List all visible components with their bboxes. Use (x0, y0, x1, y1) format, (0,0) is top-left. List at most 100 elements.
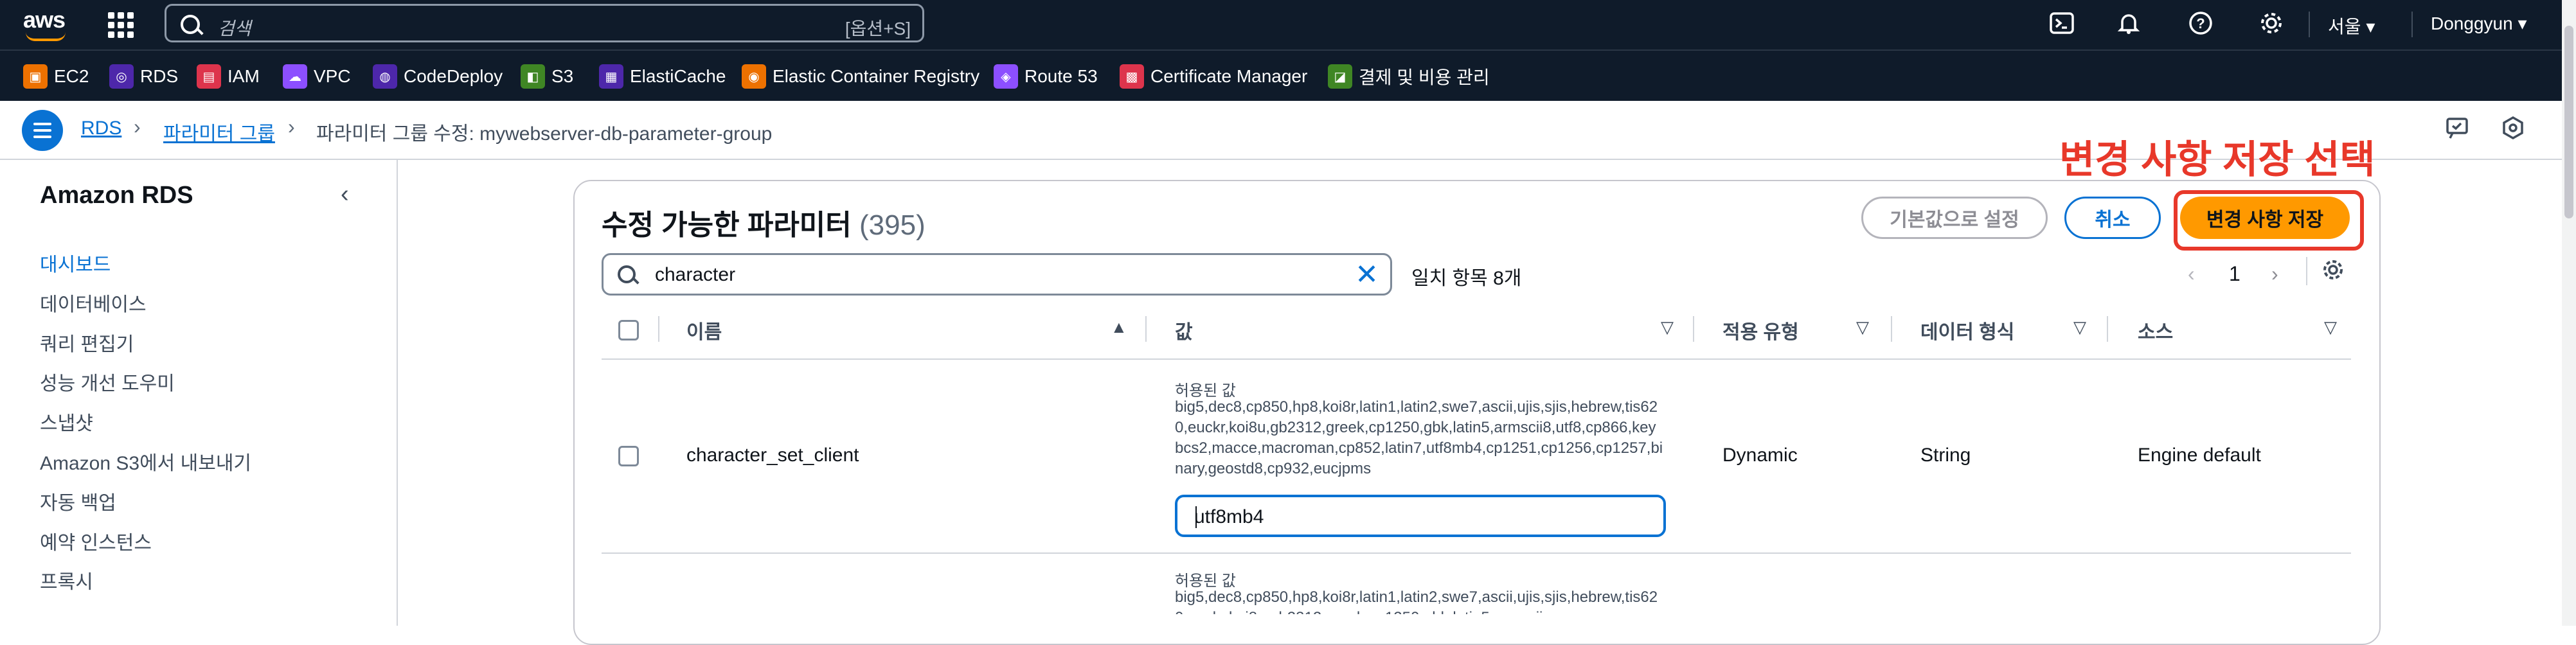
breadcrumb-rds[interactable]: RDS (81, 118, 121, 139)
divider (2411, 12, 2413, 37)
prev-page-icon[interactable]: ‹ (2188, 262, 2195, 286)
fav-label: Route 53 (1024, 66, 1098, 86)
sidebar-item-snapshots[interactable]: 스냅샷 (40, 407, 93, 436)
parameter-value-input[interactable]: utf8mb4 (1175, 495, 1666, 537)
rds-icon: ◎ (109, 64, 134, 89)
ecr-icon: ◉ (742, 64, 766, 89)
column-header-data-type[interactable]: 데이터 형식 (1920, 316, 2014, 344)
fav-label: Elastic Container Registry (773, 66, 980, 86)
apps-grid-icon[interactable] (108, 12, 134, 38)
header-divider (602, 358, 2351, 360)
sidebar-item-automated-backups[interactable]: 자동 백업 (40, 487, 116, 515)
sort-ascending-icon[interactable]: ▲ (1111, 317, 1127, 337)
cloudshell-icon[interactable] (2048, 10, 2076, 39)
page-scrollbar[interactable] (2562, 0, 2576, 626)
bell-icon[interactable] (2115, 10, 2143, 39)
chevron-left-icon[interactable]: ‹ (341, 181, 349, 208)
fav-label: CodeDeploy (404, 66, 503, 86)
sidebar-item-performance-insights[interactable]: 성능 개선 도우미 (40, 367, 175, 396)
page-number[interactable]: 1 (2229, 262, 2241, 286)
fav-codedeploy[interactable]: ◍ CodeDeploy (373, 64, 503, 89)
settings-hexagon-icon[interactable] (2499, 115, 2527, 143)
menu-button[interactable] (22, 110, 63, 151)
chevron-right-icon: › (134, 115, 141, 138)
fav-label: VPC (314, 66, 351, 86)
row-checkbox[interactable] (618, 446, 639, 466)
fav-s3[interactable]: ◧ S3 (521, 64, 573, 89)
cancel-button[interactable]: 취소 (2064, 197, 2161, 239)
help-icon[interactable]: ? (2187, 10, 2215, 39)
fav-ecr[interactable]: ◉ Elastic Container Registry (742, 64, 979, 89)
aws-logo[interactable]: aws (23, 6, 75, 41)
region-label: 서울 (2328, 17, 2361, 37)
search-icon (181, 15, 200, 34)
svg-text:?: ? (2196, 15, 2205, 31)
fav-label: 결제 및 비용 관리 (1359, 67, 1490, 87)
ec2-icon: ▣ (23, 64, 48, 89)
fav-billing[interactable]: ◪ 결제 및 비용 관리 (1328, 64, 1490, 89)
account-menu[interactable]: Donggyun ▾ (2431, 13, 2527, 34)
panel-title: 수정 가능한 파라미터 (395) (602, 202, 926, 243)
sidebar-item-databases[interactable]: 데이터베이스 (40, 288, 147, 317)
search-shortcut: [옵션+S] (845, 19, 911, 39)
chevron-right-icon: › (288, 115, 295, 138)
fav-label: Certificate Manager (1150, 66, 1308, 86)
caret-down-icon: ▾ (2366, 17, 2375, 37)
column-header-name[interactable]: 이름 (686, 316, 722, 344)
fav-label: EC2 (54, 66, 89, 86)
breadcrumb-parameter-groups[interactable]: 파라미터 그룹 (163, 118, 275, 146)
top-navigation: aws 검색 [옵션+S] ? 서울 ▾ Donggyun ▾ (0, 0, 2576, 49)
reset-defaults-button[interactable]: 기본값으로 설정 (1861, 197, 2048, 239)
sort-icon[interactable]: ▽ (1856, 317, 1869, 337)
search-icon (618, 265, 636, 283)
fav-ec2[interactable]: ▣ EC2 (23, 64, 89, 89)
fav-iam[interactable]: ▤ IAM (197, 64, 260, 89)
table-settings-gear-icon[interactable] (2306, 257, 2348, 285)
clear-icon[interactable]: ✕ (1355, 259, 1379, 291)
sidebar-title: Amazon RDS (40, 182, 193, 209)
sort-icon[interactable]: ▽ (2073, 317, 2086, 337)
panel-count: (395) (859, 209, 926, 241)
column-divider (1891, 316, 1892, 342)
search-placeholder: 검색 (218, 19, 251, 39)
region-selector[interactable]: 서울 ▾ (2328, 13, 2375, 39)
sidebar-item-query-editor[interactable]: 쿼리 편집기 (40, 328, 134, 357)
sidebar-item-dashboard[interactable]: 대시보드 (40, 249, 111, 277)
filter-search-input[interactable]: character ✕ (602, 253, 1392, 296)
caret-down-icon: ▾ (2518, 13, 2527, 33)
column-header-value[interactable]: 값 (1175, 316, 1193, 344)
fav-route53[interactable]: ◈ Route 53 (994, 64, 1098, 89)
sidebar-item-s3-exports[interactable]: Amazon S3에서 내보내기 (40, 447, 251, 475)
select-all-checkbox[interactable] (618, 320, 639, 340)
save-changes-button[interactable]: 변경 사항 저장 (2180, 197, 2350, 239)
apply-type-value: Dynamic (1722, 445, 1798, 466)
fav-rds[interactable]: ◎ RDS (109, 64, 178, 89)
gear-icon[interactable] (2257, 10, 2285, 39)
sort-icon[interactable]: ▽ (2324, 317, 2337, 337)
sidebar-item-proxies[interactable]: 프록시 (40, 566, 93, 594)
column-divider (2107, 316, 2108, 342)
global-search-input[interactable]: 검색 [옵션+S] (165, 4, 924, 42)
parameter-name: character_set_client (686, 445, 859, 466)
fav-label: S3 (551, 66, 574, 86)
fav-vpc[interactable]: ☁ VPC (283, 64, 351, 89)
sort-icon[interactable]: ▽ (1661, 317, 1674, 337)
next-page-icon[interactable]: › (2271, 262, 2278, 286)
aws-logo-text: aws (23, 6, 66, 33)
s3-icon: ◧ (521, 64, 545, 89)
column-divider (1693, 316, 1694, 342)
annotation-label: 변경 사항 저장 선택 (2059, 138, 2375, 181)
scrollbar-thumb[interactable] (2564, 26, 2573, 218)
certificate-icon: ▩ (1120, 64, 1144, 89)
aws-logo-smile (26, 32, 66, 41)
sidebar-item-reserved-instances[interactable]: 예약 인스턴스 (40, 527, 152, 555)
fav-certificate-manager[interactable]: ▩ Certificate Manager (1120, 64, 1307, 89)
column-header-source[interactable]: 소스 (2138, 316, 2173, 344)
billing-icon: ◪ (1328, 64, 1352, 89)
column-header-apply-type[interactable]: 적용 유형 (1722, 316, 1799, 344)
codedeploy-icon: ◍ (373, 64, 397, 89)
fav-elasticache[interactable]: ▦ ElastiCache (599, 64, 726, 89)
feedback-icon[interactable] (2444, 115, 2472, 143)
column-divider (1145, 316, 1147, 342)
match-count: 일치 항목 8개 (1411, 268, 1522, 289)
